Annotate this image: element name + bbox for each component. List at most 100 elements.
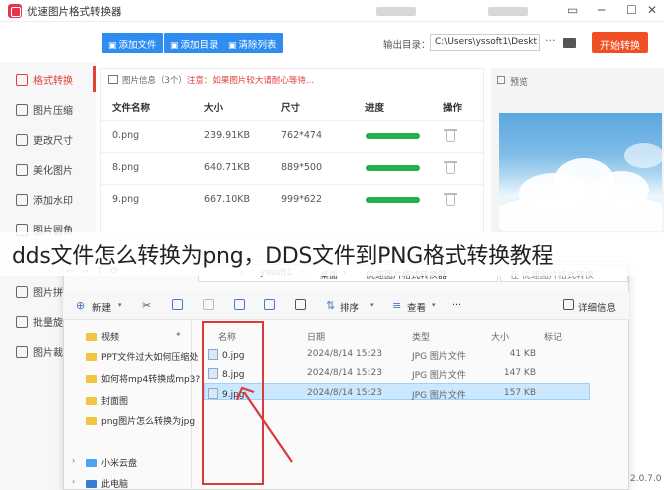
file-type: JPG 图片文件	[412, 352, 466, 362]
expand-chevron-icon[interactable]: ›	[72, 456, 75, 465]
plus-icon: ▣	[170, 41, 179, 51]
row-divider	[100, 152, 484, 153]
folder-icon	[86, 333, 97, 341]
copy-icon[interactable]	[172, 299, 183, 310]
details-pane-icon	[563, 299, 574, 310]
sidebar-item-label: 批量旋	[33, 318, 63, 329]
sort-button[interactable]: 排序	[340, 300, 359, 314]
table-cell-dims: 889*500	[281, 162, 323, 173]
nav-pane-item[interactable]: 视频	[86, 330, 119, 343]
table-cell-size: 239.91KB	[204, 130, 250, 141]
details-button[interactable]: 详细信息	[578, 300, 616, 314]
table-cell-name: 9.png	[112, 194, 140, 205]
start-convert-button[interactable]: 开始转换	[592, 32, 648, 53]
table-cell-size: 667.10KB	[204, 194, 250, 205]
nav-pane-item-label: 视频	[101, 333, 120, 343]
sidebar-item[interactable]: 批量旋	[16, 314, 63, 332]
browse-button[interactable]: ···	[545, 34, 556, 47]
trash-icon[interactable]	[444, 161, 457, 174]
share-icon[interactable]	[264, 299, 275, 310]
preview-image	[499, 113, 662, 231]
new-button[interactable]: 新建	[92, 300, 111, 314]
cut-icon[interactable]: ✂	[142, 299, 151, 312]
row-divider	[100, 120, 484, 121]
trash-icon[interactable]	[444, 129, 457, 142]
folder-icon	[86, 375, 97, 383]
minimize-icon[interactable]: ─	[598, 3, 605, 17]
sidebar-item-icon	[16, 286, 28, 298]
clear-list-button[interactable]: ▣ 清除列表	[222, 33, 283, 53]
sidebar-item-label: 图片裁	[33, 348, 63, 359]
clear-list-label: 清除列表	[238, 40, 277, 51]
table-cell-size: 640.71KB	[204, 162, 250, 173]
file-date: 2024/8/14 15:23	[307, 388, 382, 398]
image-info-bar: 图片信息（3个）注意：如果图片较大请耐心等待...	[100, 72, 484, 88]
blurred-title-area-2	[488, 7, 528, 16]
more-button[interactable]: ···	[452, 300, 461, 311]
sidebar-item[interactable]: 更改尺寸	[16, 132, 73, 150]
nav-pane-item[interactable]: 如何将mp4转换成mp3?	[86, 372, 200, 385]
rename-icon[interactable]	[234, 299, 245, 310]
chevron-down-icon: ▾	[370, 301, 374, 309]
file-date: 2024/8/14 15:23	[307, 368, 382, 378]
nav-pane-item[interactable]: png图片怎么转换为jpg	[86, 414, 195, 427]
folder-icon	[86, 417, 97, 425]
article-caption: dds文件怎么转换为png，DDS文件到PNG格式转换教程	[12, 244, 554, 269]
sidebar-item-icon	[16, 194, 28, 206]
cloud-shape	[624, 143, 662, 168]
col-header-size[interactable]: 大小	[491, 330, 509, 343]
nav-pane-item-label: PPT文件过大如何压缩处	[101, 353, 199, 363]
nav-pane-item[interactable]: 此电脑	[86, 477, 128, 490]
file-size: 157 KB	[503, 388, 536, 398]
sidebar-item-icon	[16, 104, 28, 116]
table-header: 大小	[204, 103, 224, 114]
version-label: 2.0.7.0	[630, 474, 662, 484]
sidebar-item-label: 图片拼	[33, 288, 63, 299]
annotation-arrow	[235, 386, 293, 463]
nav-pane-item[interactable]: PPT文件过大如何压缩处	[86, 350, 198, 363]
nav-pane-item[interactable]: 小米云盘	[86, 456, 137, 469]
delete-icon[interactable]	[295, 299, 306, 310]
sidebar-item[interactable]: 图片裁	[16, 344, 63, 362]
image-count-label: 图片信息（3个）	[122, 76, 187, 86]
progress-bar	[366, 197, 420, 203]
add-dir-button[interactable]: ▣ 添加目录	[164, 33, 225, 53]
cloud-shape	[499, 193, 662, 231]
nav-pane-item-label: 此电脑	[101, 480, 129, 490]
active-indicator	[93, 66, 96, 92]
view-icon: ≡	[392, 299, 402, 312]
sidebar-item[interactable]: 图片压缩	[16, 102, 73, 120]
image-icon	[108, 75, 118, 84]
open-folder-icon[interactable]	[563, 38, 576, 48]
maximize-icon[interactable]: ☐	[626, 3, 637, 17]
trash-icon[interactable]	[444, 193, 457, 206]
output-dir-input[interactable]: C:\Users\yssoft1\Deskt	[430, 34, 540, 51]
nav-pane-item[interactable]: 封面图	[86, 394, 128, 407]
expand-chevron-icon[interactable]: ›	[72, 477, 75, 486]
progress-bar	[366, 133, 420, 139]
table-cell-dims: 762*474	[281, 130, 323, 141]
file-date: 2024/8/14 15:23	[307, 349, 382, 359]
chevron-down-icon: ▾	[118, 301, 122, 309]
close-icon[interactable]: ✕	[647, 3, 657, 17]
sidebar-item-label: 格式转换	[33, 76, 73, 87]
preview-label: 预览	[510, 78, 529, 88]
col-header-tags[interactable]: 标记	[544, 330, 562, 343]
col-header-type[interactable]: 类型	[412, 330, 430, 343]
pin-icon[interactable]: ✦	[175, 330, 182, 339]
nav-pane-item-label: 如何将mp4转换成mp3?	[101, 375, 201, 385]
progress-bar	[366, 165, 420, 171]
view-button[interactable]: 查看	[407, 300, 426, 314]
new-icon: ⊕	[76, 299, 86, 312]
menu-icon[interactable]: ▭	[567, 3, 578, 17]
sidebar-item[interactable]: 格式转换	[16, 72, 73, 90]
sidebar-item-label: 美化图片	[33, 166, 73, 177]
row-divider	[100, 184, 484, 185]
paste-icon[interactable]	[203, 299, 214, 310]
add-file-button[interactable]: ▣ 添加文件	[102, 33, 163, 53]
sidebar-item[interactable]: 添加水印	[16, 192, 73, 210]
table-header: 尺寸	[281, 103, 301, 114]
sidebar-item[interactable]: 图片拼	[16, 284, 63, 302]
sidebar-item[interactable]: 美化图片	[16, 162, 73, 180]
col-header-date[interactable]: 日期	[307, 330, 325, 343]
